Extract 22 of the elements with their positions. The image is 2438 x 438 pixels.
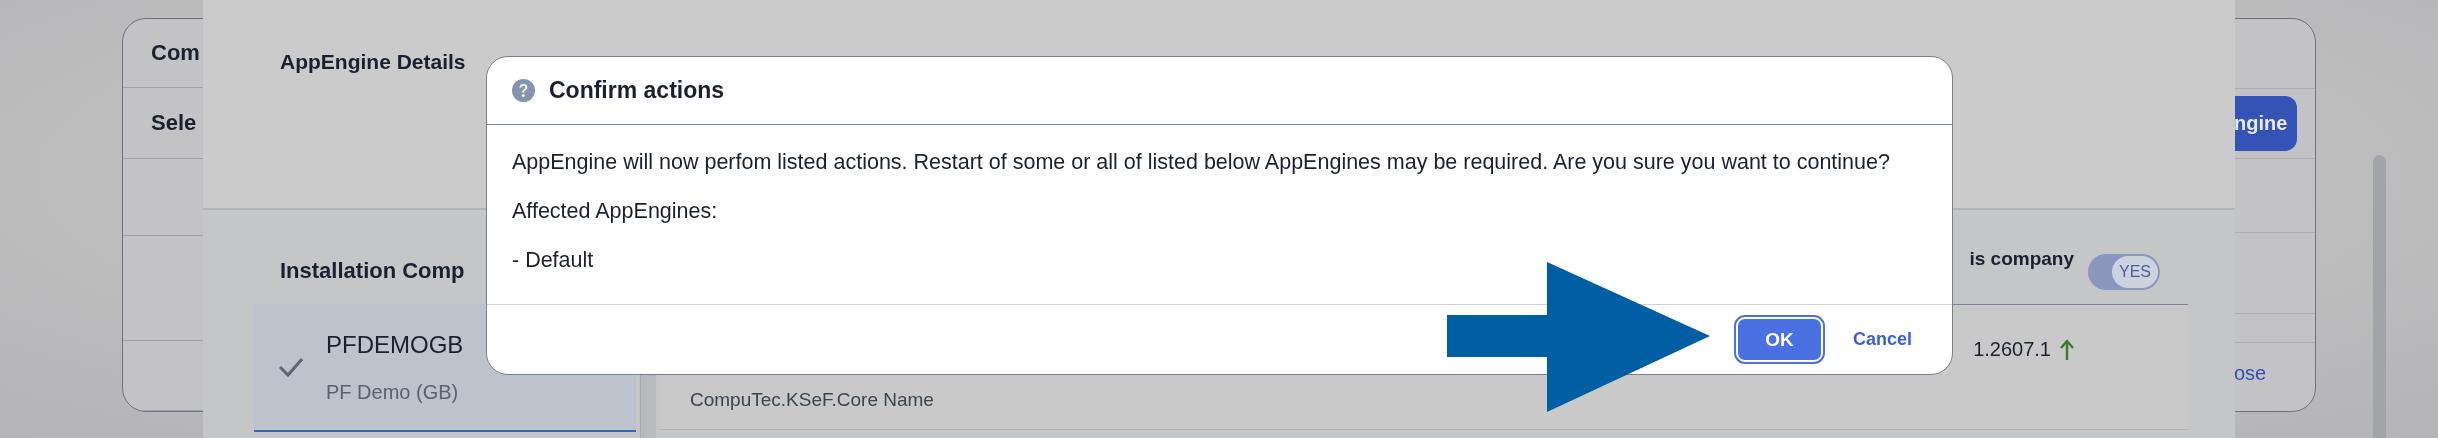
section-title: Com — [151, 40, 200, 66]
ok-button[interactable]: OK — [1735, 317, 1823, 362]
version-text: 1.2607.1 — [1973, 338, 2051, 361]
help-icon — [512, 79, 535, 102]
component-name: CompuTec.KSeF.Core Name — [690, 389, 934, 411]
affected-label: Affected AppEngines: — [512, 200, 719, 222]
yes-toggle[interactable]: YES — [2088, 254, 2160, 290]
cancel-button[interactable]: Cancel — [1852, 329, 1912, 350]
column-header: is company — [1969, 248, 2074, 270]
scrollbar[interactable] — [2373, 155, 2386, 438]
dialog-message: AppEngine will now perfom listed actions. Restart of some or all of listed below AppEngines may be required. Are you sure you want to continue? — [512, 151, 1891, 173]
dialog-title: Confirm actions — [549, 77, 725, 104]
pointer-arrow-icon — [1447, 262, 1711, 412]
check-icon — [278, 356, 304, 378]
section-title: Installation Comp — [280, 258, 465, 284]
add-appengine-button[interactable]: ngine — [2234, 96, 2298, 151]
affected-item: - Default — [512, 249, 595, 271]
company-code: PFDEMOGB — [326, 330, 464, 359]
section-title: Sele — [151, 110, 197, 136]
panel-title: AppEngine Details — [280, 50, 466, 73]
company-name: PF Demo (GB) — [326, 380, 460, 404]
close-link[interactable]: ose — [2234, 361, 2267, 385]
